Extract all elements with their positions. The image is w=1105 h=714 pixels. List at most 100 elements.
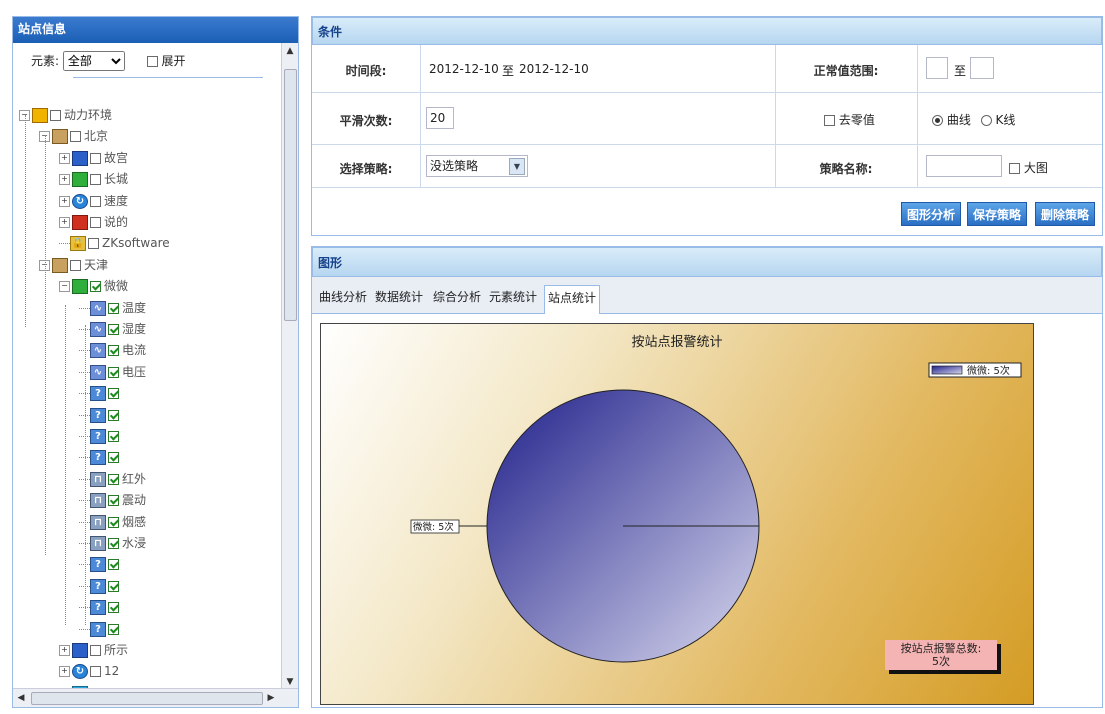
collapse-toggle-icon[interactable]: − <box>59 281 70 293</box>
tree-node-checkbox[interactable] <box>70 259 81 271</box>
tree-node[interactable]: ∿ 电流 <box>79 340 146 360</box>
tree-node[interactable]: ⊓ 震动 <box>79 490 146 510</box>
tree-node[interactable]: 🔒 ZKsoftware <box>59 233 170 253</box>
tree-node-checkbox[interactable] <box>108 302 119 314</box>
big-chart-checkbox[interactable] <box>1009 163 1020 174</box>
analyze-button[interactable]: 图形分析 <box>901 202 962 226</box>
scroll-thumb[interactable] <box>284 69 297 321</box>
expand-toggle-icon[interactable]: + <box>59 666 70 678</box>
time-separator: 至 <box>502 64 515 78</box>
wave-icon: ∿ <box>90 300 106 316</box>
tree-node[interactable]: + 说的 <box>59 212 128 232</box>
tree-node[interactable]: + 所示 <box>59 640 128 660</box>
tab-element-stats[interactable]: 元素统计 <box>486 285 540 313</box>
tree-node[interactable]: − 天津 <box>39 255 108 275</box>
expand-toggle-icon[interactable]: + <box>59 174 70 186</box>
expand-toggle-icon[interactable]: + <box>59 645 70 656</box>
normal-range-min-input[interactable] <box>926 57 948 79</box>
hscroll-thumb[interactable] <box>31 692 263 705</box>
chevron-down-icon[interactable]: ▼ <box>509 158 525 175</box>
tree-node[interactable]: + ↻ 12 <box>59 661 119 681</box>
tree-node-checkbox[interactable] <box>108 602 119 614</box>
pie-chart-svg: 按站点报警统计 微微: 5次 微微: 5次 按站点报警总数: 5次 <box>410 334 1022 674</box>
tree-node-checkbox[interactable] <box>108 452 119 464</box>
tree-horizontal-scrollbar[interactable]: ◀ ▶ <box>13 688 298 707</box>
tree-node-checkbox[interactable] <box>108 495 119 507</box>
expand-toggle-icon[interactable]: + <box>59 195 70 207</box>
radio-curve[interactable] <box>932 115 943 126</box>
tree-node-checkbox[interactable] <box>108 559 119 571</box>
scroll-left-icon[interactable]: ◀ <box>13 689 29 707</box>
tree-node[interactable]: + 故宫 <box>59 148 128 168</box>
smooth-input[interactable]: 20 <box>426 107 454 129</box>
scroll-up-icon[interactable]: ▲ <box>282 43 298 59</box>
tree-node[interactable]: − 动力环境 <box>19 105 112 125</box>
tree-node-checkbox[interactable] <box>70 131 81 143</box>
tree-node-checkbox[interactable] <box>90 666 101 678</box>
tree-node[interactable]: − 北京 <box>39 126 108 146</box>
tree-node-checkbox[interactable] <box>90 195 101 207</box>
expand-toggle-icon[interactable]: + <box>59 152 70 164</box>
tree-node[interactable]: ⊓ 烟感 <box>79 512 146 532</box>
tree-node-checkbox[interactable] <box>108 345 119 357</box>
pulse-icon: ⊓ <box>90 493 106 509</box>
radio-kline[interactable] <box>980 115 992 126</box>
strategy-select[interactable]: 没选策略 ▼ <box>426 155 528 177</box>
tree-node[interactable]: − 微微 <box>59 276 128 296</box>
tree-node[interactable]: ∿ 温度 <box>79 298 146 318</box>
tree-node-label: 长城 <box>104 172 129 187</box>
delete-strategy-button[interactable]: 删除策略 <box>1035 202 1096 226</box>
smooth-label: 平滑次数: <box>339 114 393 128</box>
element-select[interactable]: 全部 <box>62 51 125 71</box>
tree-node-checkbox[interactable] <box>108 431 119 442</box>
tree-node-checkbox[interactable] <box>108 388 119 400</box>
tab-station-stats[interactable]: 站点统计 <box>544 285 601 314</box>
wave-icon: ∿ <box>90 364 106 380</box>
tree-node-checkbox[interactable] <box>108 538 119 549</box>
tree-node-checkbox[interactable] <box>90 281 101 293</box>
tree-node-checkbox[interactable] <box>50 110 61 121</box>
normal-range-max-input[interactable] <box>970 57 994 79</box>
strategy-name-input[interactable] <box>926 155 1002 177</box>
refresh-icon: ↻ <box>72 193 88 209</box>
tree-node[interactable]: + 长城 <box>59 169 128 189</box>
tree-node-checkbox[interactable] <box>108 473 119 485</box>
remove-zero-label: 去零值 <box>838 113 875 127</box>
tree-node-checkbox[interactable] <box>108 409 119 421</box>
station-blue-icon <box>72 150 88 166</box>
tree-node-label: 震动 <box>122 493 147 508</box>
tree-node-checkbox[interactable] <box>108 366 119 378</box>
tree-node[interactable]: ∿ 电压 <box>79 362 146 382</box>
tree-node-checkbox[interactable] <box>88 238 99 250</box>
legend-swatch <box>931 365 963 375</box>
expand-toggle-icon[interactable]: + <box>59 217 70 228</box>
question-icon: ? <box>90 557 106 573</box>
tree-node[interactable]: ∿ 湿度 <box>79 319 146 339</box>
expand-label: 展开 <box>161 54 186 68</box>
tree-node-checkbox[interactable] <box>108 324 119 335</box>
tree-node-checkbox[interactable] <box>90 152 101 164</box>
station-green-icon <box>72 279 88 295</box>
scroll-right-icon[interactable]: ▶ <box>263 689 279 707</box>
tree-node-checkbox[interactable] <box>90 217 101 228</box>
tree-vertical-scrollbar[interactable]: ▲ ▼ <box>281 43 298 690</box>
remove-zero-checkbox[interactable] <box>824 115 835 126</box>
tab-data-stats[interactable]: 数据统计 <box>372 285 426 313</box>
tree-node[interactable]: + ↻ 速度 <box>59 191 128 211</box>
time-from-input[interactable]: 2012-12-10 <box>426 59 500 81</box>
tab-curve-analysis[interactable]: 曲线分析 <box>316 285 370 313</box>
filter-divider <box>73 77 263 78</box>
tab-combined-analysis[interactable]: 综合分析 <box>430 285 484 313</box>
expand-checkbox[interactable] <box>146 56 158 67</box>
time-to-input[interactable]: 2012-12-10 <box>516 59 596 81</box>
tree-node-checkbox[interactable] <box>90 174 101 186</box>
tree-guide-line <box>25 115 26 327</box>
tree-node[interactable]: ⊓ 红外 <box>79 469 146 489</box>
save-strategy-button[interactable]: 保存策略 <box>967 202 1028 226</box>
tree-node[interactable]: ⊓ 水浸 <box>79 533 146 553</box>
tree-node-checkbox[interactable] <box>108 580 119 592</box>
tree-node-checkbox[interactable] <box>90 645 101 656</box>
tree-node-checkbox[interactable] <box>108 623 119 635</box>
tree-node-checkbox[interactable] <box>108 516 119 528</box>
lock-icon: 🔒 <box>70 236 86 252</box>
